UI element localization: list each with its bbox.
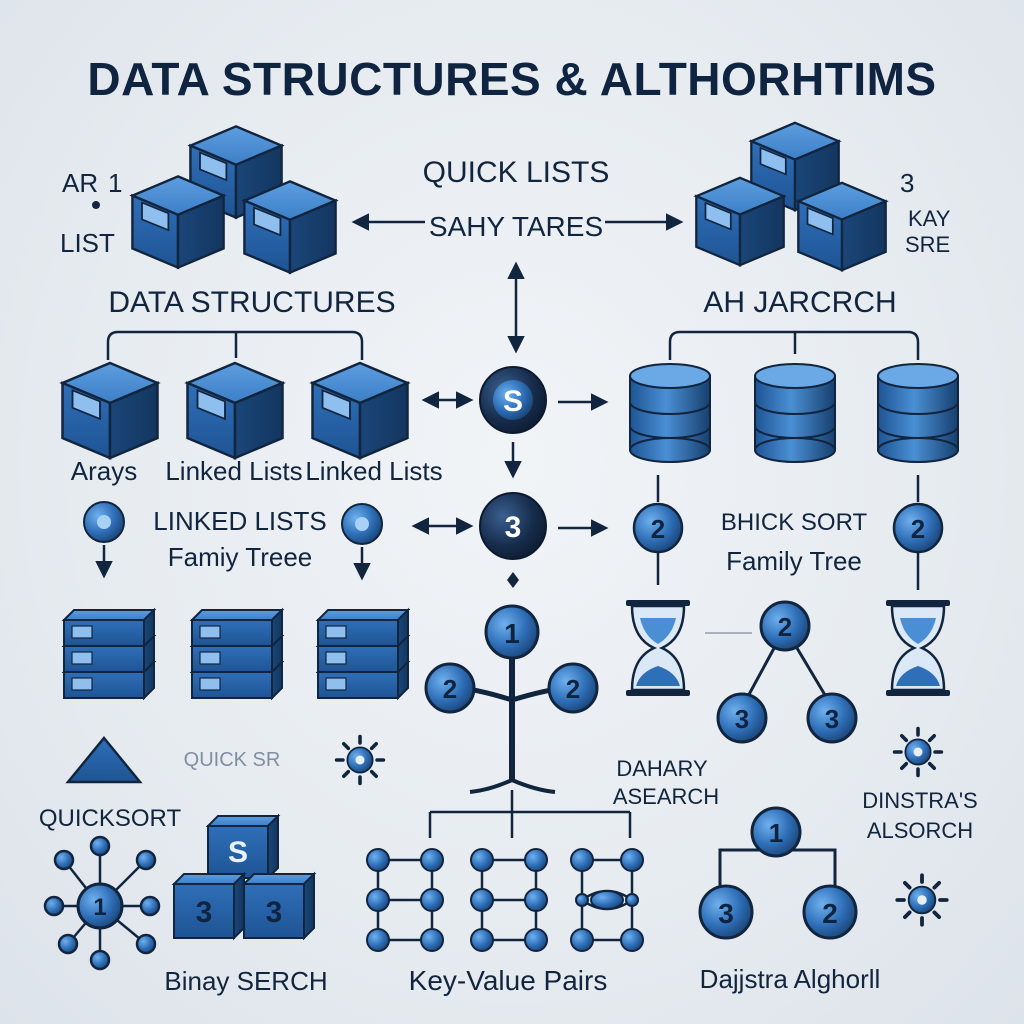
node-right-a: 2 [632, 475, 684, 585]
svg-text:2: 2 [822, 898, 838, 929]
cube-icon [61, 361, 159, 460]
gear-icon [892, 726, 944, 778]
label-asearch: ASEARCH [613, 784, 719, 809]
cube-icon [797, 181, 887, 272]
label-ar: AR [62, 168, 98, 198]
pin-icon [83, 501, 125, 579]
svg-text:2: 2 [651, 514, 665, 544]
label-sre: SRE [905, 232, 950, 257]
svg-text:3: 3 [266, 896, 283, 929]
database-icon [629, 363, 711, 463]
array-cube-cluster-right [695, 121, 887, 272]
small-bullet-icon [92, 201, 100, 209]
stack-icon [191, 609, 283, 699]
gear-icon [895, 873, 949, 927]
cube-block-3b: 3 [241, 871, 317, 941]
label-ar-num: 1 [108, 168, 122, 198]
cube-icon [695, 176, 785, 267]
label-three: 3 [900, 168, 914, 198]
svg-text:3: 3 [825, 704, 839, 734]
label-alsorch: ALSORCH [867, 818, 973, 843]
label-quicksort: QUICKSORT [39, 805, 182, 832]
stack-icon [63, 609, 155, 699]
binary-tree-right: 2 3 3 [716, 600, 858, 744]
diamond-marker-icon [507, 572, 519, 588]
heading-data-structures: DATA STRUCTURES [108, 286, 395, 319]
heading-ah-jarcrch: AH JARCRCH [703, 286, 896, 319]
cube-icon [186, 361, 284, 460]
database-icon [877, 363, 959, 463]
label-sahy-tares: SAHY TARES [429, 211, 603, 242]
bracket-left [106, 330, 364, 360]
label-arrays: Arays [71, 456, 137, 486]
oval-node [590, 890, 624, 910]
label-linked-lists-caps: LINKED LISTS [153, 506, 326, 536]
hub-node-3: 3 [479, 492, 547, 560]
hourglass-icon [884, 598, 952, 698]
diagram-canvas: DATA STRUCTURES & ALTHORHTIMS AR 1 LIST … [39, 53, 978, 996]
svg-text:3: 3 [196, 896, 213, 929]
label-quick-lists: QUICK LISTS [423, 156, 610, 189]
label-key-value-pairs: Key-Value Pairs [409, 965, 608, 996]
array-cube-cluster-left [131, 125, 337, 274]
cube-block-s: S [205, 813, 281, 881]
svg-text:S: S [228, 836, 248, 869]
svg-text:2: 2 [566, 674, 580, 704]
label-binary-search: Binay SERCH [164, 966, 327, 996]
label-dajistra-algorithm: Dajjstra Alghorll [700, 964, 881, 994]
star-center-label: 1 [93, 894, 106, 921]
label-bhick-sort: BHICK SORT [721, 509, 868, 536]
pin-icon [341, 503, 383, 581]
gear-icon [334, 734, 386, 786]
cube-icon [311, 361, 409, 460]
svg-text:2: 2 [911, 514, 925, 544]
stack-icon [317, 609, 409, 699]
svg-text:S: S [503, 385, 523, 418]
hourglass-icon [624, 598, 692, 698]
label-linked-lists-1: Linked Lists [165, 456, 302, 486]
hub-node-s: S [479, 366, 547, 434]
label-dinstras: DINSTRA'S [862, 788, 977, 813]
triangle-icon [65, 736, 143, 784]
label-quick-sr-faint: QUICK SR [184, 749, 281, 771]
svg-text:3: 3 [718, 898, 734, 929]
svg-text:3: 3 [505, 511, 522, 544]
cube-block-3a: 3 [171, 871, 247, 941]
label-list: LIST [60, 228, 115, 258]
dijkstra-tree: 1 3 2 [698, 806, 858, 940]
svg-text:1: 1 [504, 618, 520, 649]
svg-text:1: 1 [769, 818, 783, 848]
central-tree: 1 2 2 [424, 604, 599, 794]
database-icon [754, 363, 836, 463]
label-kay: KAY [908, 206, 951, 231]
node-right-b: 2 [892, 475, 944, 590]
bracket-right [668, 330, 920, 360]
cube-icon [243, 180, 337, 274]
cube-icon [131, 175, 225, 269]
svg-text:3: 3 [735, 704, 749, 734]
svg-text:2: 2 [443, 674, 457, 704]
label-linked-lists-2: Linked Lists [305, 456, 442, 486]
label-family-tree-left: Famiy Treee [168, 542, 313, 572]
svg-text:2: 2 [778, 612, 792, 642]
key-value-graph [376, 790, 635, 942]
label-family-tree-right: Family Tree [726, 546, 862, 576]
label-dahary: DAHARY [616, 756, 708, 781]
diagram-title: DATA STRUCTURES & ALTHORHTIMS [87, 53, 936, 105]
